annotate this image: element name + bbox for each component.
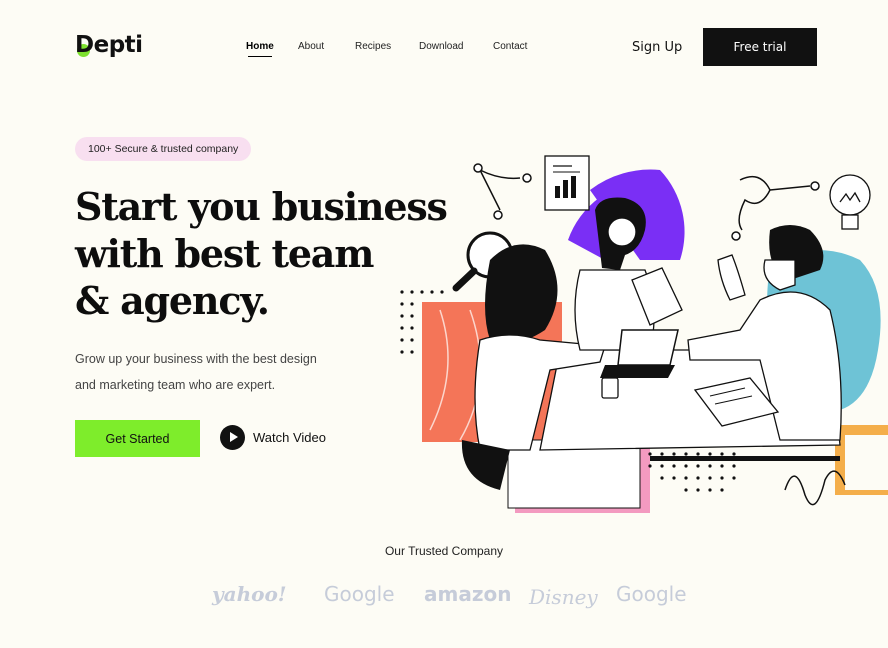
description-line-2: and marketing team who are expert. xyxy=(75,378,276,392)
logo-google: Google xyxy=(324,582,395,606)
nav-recipes[interactable]: Recipes xyxy=(355,41,391,52)
free-trial-button[interactable]: Free trial xyxy=(703,28,817,66)
hero-illustration xyxy=(400,155,888,513)
nav-contact[interactable]: Contact xyxy=(493,41,527,52)
watch-video-label: Watch Video xyxy=(253,430,326,445)
logo-yahoo: yahoo! xyxy=(212,582,287,606)
lightbulb-icon xyxy=(829,174,871,230)
trusted-company-title: Our Trusted Company xyxy=(384,544,504,558)
description-line-1: Grow up your business with the best desi… xyxy=(75,352,317,366)
document-chart-icon xyxy=(544,155,590,211)
watch-video-button[interactable]: Watch Video xyxy=(220,425,326,450)
logo-amazon: amazon xyxy=(424,582,512,606)
hero-description: Grow up your business with the best desi… xyxy=(75,346,365,398)
nav-home[interactable]: Home xyxy=(246,41,274,57)
trust-badge: 100+ Secure & trusted company xyxy=(75,137,252,161)
nav-download[interactable]: Download xyxy=(419,41,463,52)
sign-up-link[interactable]: Sign Up xyxy=(632,40,682,55)
trusted-logos: yahoo! Google amazon Disney Google xyxy=(0,582,888,612)
logo-disney: Disney xyxy=(529,585,598,609)
brand-name: Depti xyxy=(75,32,143,58)
coffee-cup-icon xyxy=(601,377,619,399)
get-started-button[interactable]: Get Started xyxy=(75,420,200,457)
play-icon xyxy=(220,425,245,450)
brand-logo[interactable]: Depti xyxy=(75,32,145,62)
logo-google-2: Google xyxy=(616,582,687,606)
nav-about[interactable]: About xyxy=(298,41,324,52)
